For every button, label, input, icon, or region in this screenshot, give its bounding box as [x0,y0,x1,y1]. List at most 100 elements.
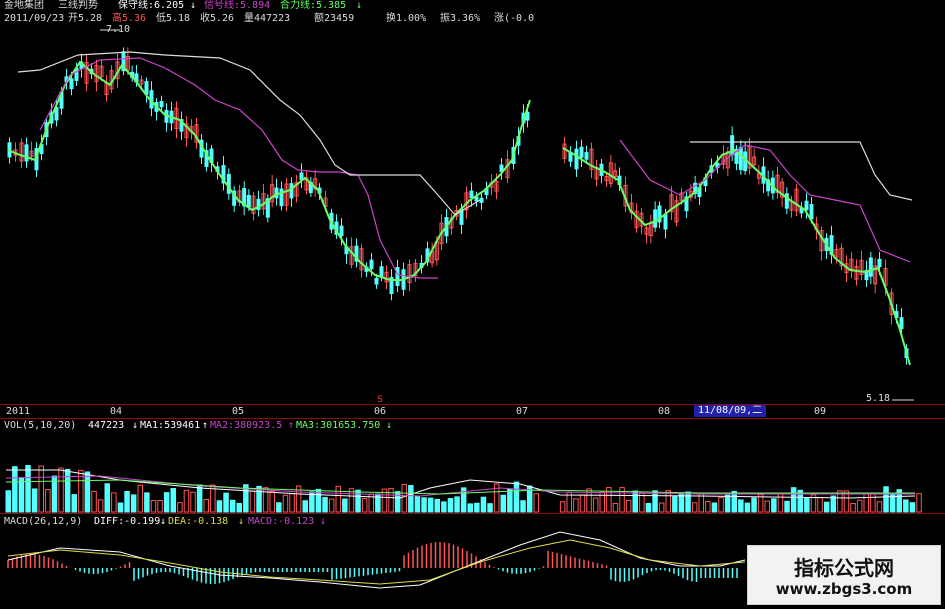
volume-bar [612,502,619,513]
candle-body [653,209,658,228]
volume-bar [467,503,473,513]
volume-bar [658,502,665,513]
axis-label-2011: 2011 [6,406,31,417]
candle-body [469,190,474,199]
volume-bar [249,490,256,513]
volume-bar [5,490,11,513]
volume-bar [117,502,124,513]
candle-body [374,277,379,285]
volume-bar [111,492,117,513]
volume-bar [170,488,176,513]
axis-label-09: 09 [814,406,827,417]
ma3-down-arrow-icon: ↓ [386,420,393,431]
volume-bar [25,465,31,513]
candle-body [579,146,584,158]
volume-bar [97,499,104,513]
volume-bar [876,501,883,513]
volume-bar [150,500,157,513]
volume-bar [157,500,163,513]
volume-bar [104,483,110,513]
volume-bar [18,477,25,513]
volume-bar [394,491,401,513]
candle-body [899,317,904,330]
volume-bar [777,492,784,513]
volume-bar [414,495,421,513]
volume-ma1: MA1:539461 [140,420,201,431]
ma1-up-arrow-icon: ↑ [202,420,209,431]
volume-bar [718,496,724,513]
volume-bar [31,488,38,513]
cursor-date-box: 11/08/09,二 [694,405,767,417]
watermark-title: 指标公式网 [794,556,894,580]
volume-bar [533,493,539,513]
volume-bar [229,499,236,513]
axis-label-05: 05 [232,406,245,417]
volume-bar [487,503,493,513]
axis-label-06: 06 [374,406,387,417]
volume-bar [520,500,526,513]
candle-body [339,225,344,237]
volume-bar [454,496,460,513]
volume-bar [724,494,731,513]
volume-ma2: MA2:380923.5 [210,420,283,431]
watermark-url: www.zbgs3.com [775,580,913,598]
stock-chart-window: 金地集团 三线判势 保守线:6.205 ↓ 信号线:5.894 合力线:5.38… [0,0,945,609]
volume-bar [850,502,856,513]
volume-bar [276,502,282,513]
volume-bar [223,492,229,513]
macd-diff-line [7,531,746,589]
candle-body [738,147,743,171]
volume-bar [685,491,691,513]
volume-bar [216,500,223,513]
volume-bar [269,490,275,513]
volume-bar [137,484,143,513]
candle-body [479,197,484,203]
volume-bar [71,494,77,513]
volume-bar [592,497,599,513]
volume-bar [889,494,896,513]
volume-bar [625,499,632,513]
volume-bar [764,500,770,513]
volume-bar [731,490,737,513]
axis-label-08: 08 [658,406,671,417]
volume-bar [130,494,137,513]
volume-bar [916,493,922,513]
volume-bar [559,501,566,513]
volume-bar [12,466,18,513]
volume-bar [183,489,190,513]
macd-title: MACD(26,12,9) [4,516,83,527]
signal-line-a [39,57,438,279]
volume-bar [401,483,407,513]
volume-bar [256,485,262,513]
macd-dea: DEA:-0.138 [168,516,229,527]
volume-bar [447,498,454,513]
volume-bar [744,502,751,513]
volume-bar [507,488,513,513]
volume-bar [830,495,836,513]
volume-bar [177,502,183,513]
watermark-box: 指标公式网 www.zbgs3.com [747,545,941,605]
volume-bar [645,502,652,513]
volume-bar [38,465,44,513]
volume-bar [328,498,335,513]
volume-bar [738,499,744,513]
volume-bar [474,502,480,513]
volume-bar [262,487,269,513]
volume-bar [903,499,909,513]
volume-bar [322,497,328,513]
volume-bar [500,494,506,513]
ma2-up-arrow-icon: ↑ [288,420,295,431]
volume-bar [672,496,678,513]
candle-body [24,144,29,162]
volume-bar [863,493,869,513]
volume-bar [480,496,487,513]
volume-bar [823,501,830,513]
candle-body [246,194,251,208]
volume-bar [751,497,757,513]
volume-bar [652,490,658,513]
volume-bar [45,489,51,513]
volume-bar [632,490,638,513]
candle-body [804,200,809,211]
candle-body [877,258,882,268]
volume-bar [302,500,308,513]
